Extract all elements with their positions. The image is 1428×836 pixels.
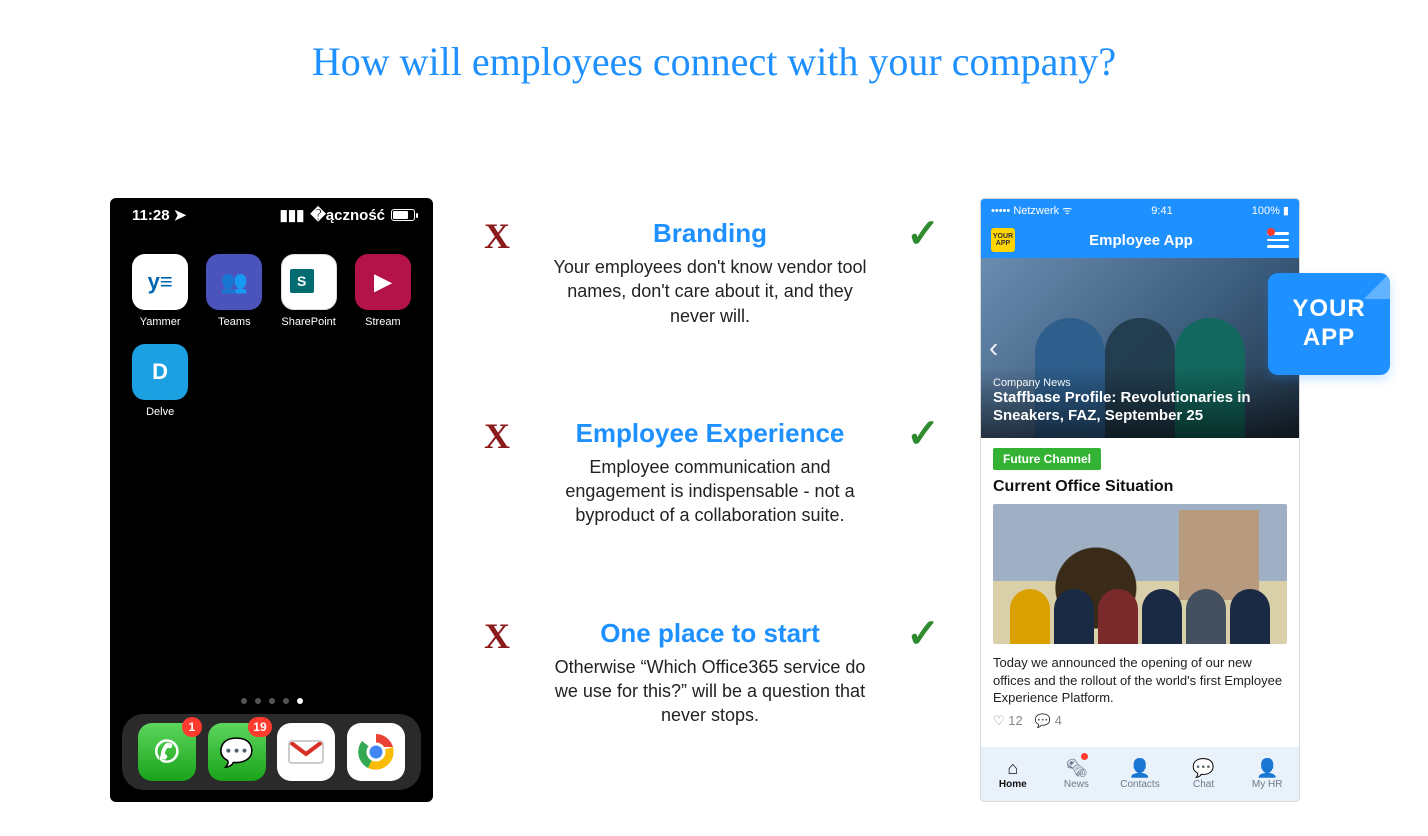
tab-label: Contacts bbox=[1120, 779, 1159, 790]
app-delve[interactable]: D Delve bbox=[128, 344, 192, 418]
comparison-column: X Branding Your employees don't know ven… bbox=[475, 218, 945, 728]
comparison-row: X One place to start Otherwise “Which Of… bbox=[475, 618, 945, 728]
app-label: Teams bbox=[218, 316, 250, 328]
messages-app-icon[interactable]: 💬 19 bbox=[208, 723, 266, 781]
card-tag: Future Channel bbox=[993, 448, 1101, 470]
x-icon: X bbox=[475, 418, 519, 454]
app-header: YOUR APP Employee App bbox=[981, 222, 1299, 258]
slide-stage: 11:28 ➤ ▮▮▮ �ączność y≡ Yammer 👥 Teams S… bbox=[0, 198, 1428, 808]
badge: 19 bbox=[248, 717, 271, 737]
hero-card[interactable]: ‹ Company News Staffbase Profile: Revolu… bbox=[981, 258, 1299, 438]
wifi-icon: �ączność bbox=[310, 206, 385, 224]
your-app-sticker: YOUR APP bbox=[1268, 273, 1390, 375]
check-icon: ✓ bbox=[901, 414, 945, 454]
hero-headline: Staffbase Profile: Revolutionaries in Sn… bbox=[993, 389, 1287, 427]
phone-app-icon[interactable]: ✆ 1 bbox=[138, 723, 196, 781]
ios-dock: ✆ 1 💬 19 bbox=[122, 714, 421, 790]
tab-chat[interactable]: 💬 Chat bbox=[1172, 747, 1236, 801]
hamburger-icon[interactable] bbox=[1267, 232, 1289, 248]
row-body: Otherwise “Which Office365 service do we… bbox=[543, 655, 877, 728]
tab-news[interactable]: 🗞 News bbox=[1045, 747, 1109, 801]
comparison-row: X Employee Experience Employee communica… bbox=[475, 418, 945, 528]
card-desc: Today we announced the opening of our ne… bbox=[993, 654, 1287, 707]
battery-pct: 100% bbox=[1252, 205, 1280, 217]
hr-icon: 👤 bbox=[1256, 759, 1278, 777]
tab-label: News bbox=[1064, 779, 1089, 790]
status-clock: 9:41 bbox=[1151, 205, 1172, 217]
app-label: SharePoint bbox=[281, 316, 335, 328]
heart-icon[interactable]: ♡ 12 bbox=[993, 713, 1023, 729]
comment-icon[interactable]: 💬 4 bbox=[1035, 713, 1062, 729]
android-status-bar: ••••• Netzwerk ᯤ 9:41 100% ▮ bbox=[981, 199, 1299, 222]
teams-icon: 👥 bbox=[206, 254, 262, 310]
app-stream[interactable]: ▶ Stream bbox=[351, 254, 415, 328]
app-label: Yammer bbox=[140, 316, 181, 328]
ios-status-bar: 11:28 ➤ ▮▮▮ �ączność bbox=[110, 198, 433, 224]
delve-icon: D bbox=[132, 344, 188, 400]
chrome-app-icon[interactable] bbox=[347, 723, 405, 781]
battery-icon bbox=[391, 209, 415, 221]
page-indicator bbox=[110, 698, 433, 704]
tab-myhr[interactable]: 👤 My HR bbox=[1235, 747, 1299, 801]
signal-icon: ▮▮▮ bbox=[280, 206, 305, 224]
row-heading: One place to start bbox=[543, 618, 877, 649]
row-body: Your employees don't know vendor tool na… bbox=[543, 255, 877, 328]
ios-time: 11:28 ➤ bbox=[132, 206, 186, 224]
contacts-icon: 👤 bbox=[1129, 759, 1151, 777]
app-yammer[interactable]: y≡ Yammer bbox=[128, 254, 192, 328]
yammer-icon: y≡ bbox=[132, 254, 188, 310]
gmail-app-icon[interactable] bbox=[277, 723, 335, 781]
stream-icon: ▶ bbox=[355, 254, 411, 310]
comparison-row: X Branding Your employees don't know ven… bbox=[475, 218, 945, 328]
row-heading: Branding bbox=[543, 218, 877, 249]
check-icon: ✓ bbox=[901, 614, 945, 654]
slide-title: How will employees connect with your com… bbox=[0, 38, 1428, 85]
wifi-icon: ᯤ bbox=[1062, 205, 1072, 217]
row-heading: Employee Experience bbox=[543, 418, 877, 449]
check-icon: ✓ bbox=[901, 214, 945, 254]
card-image bbox=[993, 504, 1287, 644]
card-title: Current Office Situation bbox=[993, 478, 1287, 496]
news-card[interactable]: Future Channel Current Office Situation … bbox=[981, 438, 1299, 735]
badge: 1 bbox=[182, 717, 202, 737]
app-label: Stream bbox=[365, 316, 400, 328]
location-arrow-icon: ➤ bbox=[174, 207, 187, 224]
tab-label: Chat bbox=[1193, 779, 1214, 790]
news-icon: 🗞 bbox=[1065, 759, 1088, 777]
chevron-left-icon[interactable]: ‹ bbox=[989, 332, 998, 364]
carrier-label: ••••• Netzwerk bbox=[991, 205, 1059, 217]
app-sharepoint[interactable]: S SharePoint bbox=[277, 254, 341, 328]
app-teams[interactable]: 👥 Teams bbox=[202, 254, 266, 328]
home-icon: ⌂ bbox=[1007, 759, 1018, 777]
employee-app-mock: ••••• Netzwerk ᯤ 9:41 100% ▮ YOUR APP Em… bbox=[980, 198, 1300, 802]
battery-icon: ▮ bbox=[1283, 205, 1289, 217]
x-icon: X bbox=[475, 618, 519, 654]
tab-contacts[interactable]: 👤 Contacts bbox=[1108, 747, 1172, 801]
card-meta: ♡ 12 💬 4 bbox=[993, 713, 1287, 729]
tab-label: My HR bbox=[1252, 779, 1283, 790]
row-body: Employee communication and engagement is… bbox=[543, 455, 877, 528]
x-icon: X bbox=[475, 218, 519, 254]
ios-app-grid: y≡ Yammer 👥 Teams S SharePoint ▶ Stream … bbox=[110, 224, 433, 418]
iphone-mock: 11:28 ➤ ▮▮▮ �ączność y≡ Yammer 👥 Teams S… bbox=[110, 198, 433, 802]
app-header-title: Employee App bbox=[1089, 232, 1193, 249]
chat-icon: 💬 bbox=[1192, 759, 1214, 777]
hero-category: Company News bbox=[993, 377, 1287, 389]
tab-label: Home bbox=[999, 779, 1027, 790]
app-label: Delve bbox=[146, 406, 174, 418]
tab-home[interactable]: ⌂ Home bbox=[981, 747, 1045, 801]
tab-bar: ⌂ Home 🗞 News 👤 Contacts 💬 Chat 👤 My HR bbox=[981, 747, 1299, 801]
app-logo-icon: YOUR APP bbox=[991, 228, 1015, 252]
sharepoint-icon: S bbox=[281, 254, 337, 310]
